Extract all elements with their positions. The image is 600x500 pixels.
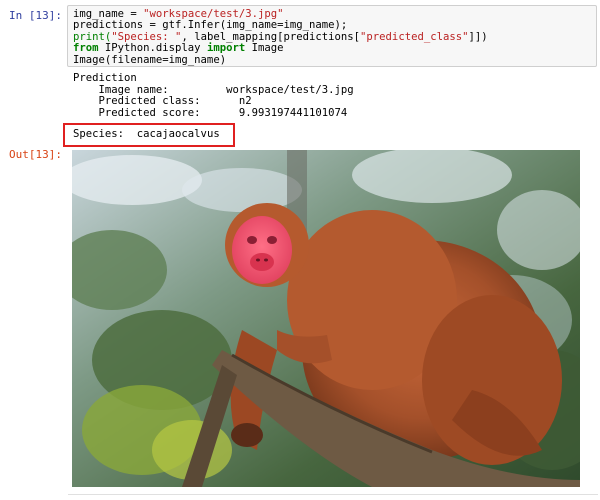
- predicted-score-row: Predicted score: 9.993197441101074: [73, 106, 348, 119]
- code-cell-editor[interactable]: img_name = "workspace/test/3.jpg" predic…: [67, 5, 597, 67]
- output-prompt: Out[13]:: [9, 148, 62, 161]
- species-output: Species: cacajaocalvus: [73, 128, 220, 140]
- monkey-photo: [72, 150, 580, 487]
- cell-divider: [68, 494, 598, 495]
- code-line-5: Image(filename=img_name): [73, 53, 227, 66]
- output-image: [72, 150, 580, 487]
- stdout-output: Prediction Image name: workspace/test/3.…: [73, 72, 354, 119]
- input-prompt: In [13]:: [9, 9, 62, 22]
